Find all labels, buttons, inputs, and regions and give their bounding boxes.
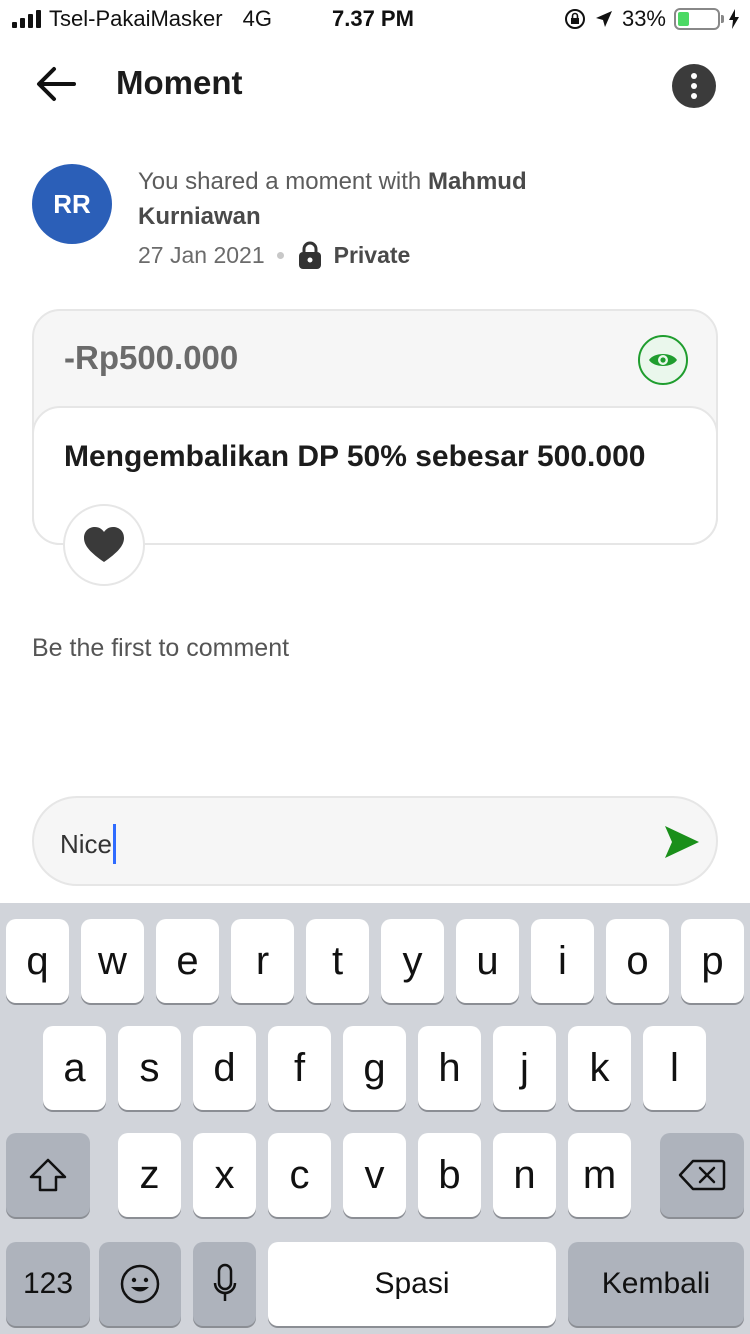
status-bar: Tsel-PakaiMasker 4G 7.37 PM 33% (0, 0, 750, 42)
key-a[interactable]: a (43, 1026, 106, 1110)
key-g[interactable]: g (343, 1026, 406, 1110)
shift-icon (29, 1158, 67, 1192)
key-d[interactable]: d (193, 1026, 256, 1110)
avatar: RR (32, 164, 112, 244)
key-x[interactable]: x (193, 1133, 256, 1217)
key-u[interactable]: u (456, 919, 519, 1003)
key-b[interactable]: b (418, 1133, 481, 1217)
heart-icon (84, 527, 124, 562)
key-m[interactable]: m (568, 1133, 631, 1217)
key-r[interactable]: r (231, 919, 294, 1003)
key-v[interactable]: v (343, 1133, 406, 1217)
key-c[interactable]: c (268, 1133, 331, 1217)
lock-icon (298, 241, 321, 269)
empty-comments-text: Be the first to comment (32, 634, 290, 662)
page-title: Moment (116, 64, 243, 101)
like-button[interactable] (63, 504, 145, 586)
eye-icon (649, 354, 677, 366)
key-y[interactable]: y (381, 919, 444, 1003)
key-e[interactable]: e (156, 919, 219, 1003)
transaction-amount: -Rp500.000 (64, 339, 239, 376)
key-w[interactable]: w (81, 919, 144, 1003)
send-button[interactable] (662, 822, 702, 862)
key-k[interactable]: k (568, 1026, 631, 1110)
key-h[interactable]: h (418, 1026, 481, 1110)
app-header: Moment (0, 42, 750, 126)
key-s[interactable]: s (118, 1026, 181, 1110)
transaction-card[interactable]: -Rp500.000 Mengembalikan DP 50% sebesar … (32, 309, 718, 545)
more-options-button[interactable] (672, 64, 716, 108)
battery-percent: 33% (621, 6, 666, 31)
key-o[interactable]: o (606, 919, 669, 1003)
comment-input-value: Nice (60, 828, 113, 859)
key-i[interactable]: i (531, 919, 594, 1003)
return-key[interactable]: Kembali (568, 1242, 744, 1326)
carrier-name: Tsel-PakaiMasker (49, 6, 223, 31)
key-f[interactable]: f (268, 1026, 331, 1110)
share-prefix: You shared a moment with (138, 168, 428, 195)
backspace-icon (678, 1159, 726, 1191)
privacy-label: Private (333, 241, 411, 268)
backspace-key[interactable] (660, 1133, 744, 1217)
network-type: 4G (242, 6, 272, 31)
charging-icon (729, 9, 739, 29)
key-l[interactable]: l (643, 1026, 706, 1110)
comment-input[interactable]: Nice (32, 796, 718, 886)
numbers-key[interactable]: 123 (6, 1242, 90, 1326)
key-t[interactable]: t (306, 919, 369, 1003)
arrow-left-icon (37, 67, 76, 101)
orientation-lock-icon (564, 9, 585, 29)
space-key[interactable]: Spasi (268, 1242, 556, 1326)
comment-input-field[interactable]: Nice (60, 824, 117, 864)
shift-key[interactable] (6, 1133, 90, 1217)
share-description: You shared a moment with Mahmud Kurniawa… (138, 164, 598, 234)
microphone-icon (213, 1263, 236, 1301)
key-j[interactable]: j (493, 1026, 556, 1110)
key-q[interactable]: q (6, 919, 69, 1003)
text-cursor (113, 824, 117, 864)
key-z[interactable]: z (118, 1133, 181, 1217)
visibility-button[interactable] (638, 335, 688, 385)
microphone-key[interactable] (193, 1242, 256, 1326)
send-icon (665, 826, 699, 858)
location-icon (595, 11, 612, 27)
separator-dot (276, 251, 284, 259)
back-button[interactable] (28, 62, 84, 106)
key-n[interactable]: n (493, 1133, 556, 1217)
signal-icon (12, 10, 41, 28)
moment-date: 27 Jan 2021 (138, 241, 265, 268)
transaction-description: Mengembalikan DP 50% sebesar 500.000 (64, 440, 646, 473)
key-p[interactable]: p (681, 919, 744, 1003)
clock: 7.37 PM (332, 6, 414, 31)
more-vertical-icon (691, 73, 697, 79)
keyboard: q w e r t y u i o p a s d f g h j k l z … (0, 903, 750, 1334)
moment-meta: 27 Jan 2021 Private (138, 240, 410, 270)
emoji-key[interactable] (99, 1242, 181, 1326)
battery-icon (674, 8, 724, 30)
emoji-icon (120, 1264, 160, 1304)
